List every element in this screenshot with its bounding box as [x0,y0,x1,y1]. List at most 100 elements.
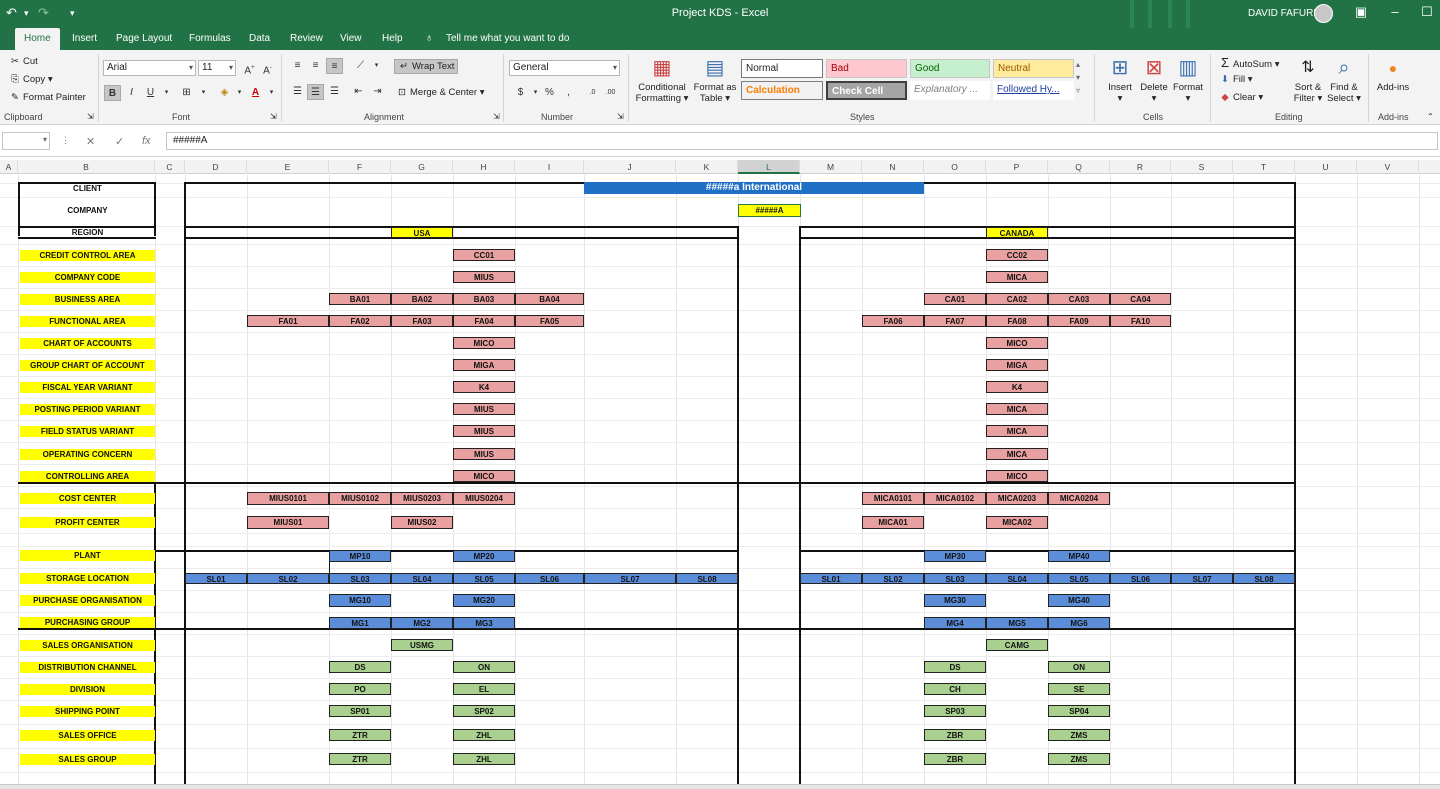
column-header-a[interactable]: A [0,160,18,174]
canada-coa[interactable]: MICO [986,337,1048,349]
column-header-j[interactable]: J [584,160,676,174]
canada-opc[interactable]: MICA [986,448,1048,460]
usa-soff[interactable]: ZHL [453,729,515,741]
canada-div[interactable]: SE [1048,683,1110,695]
formula-input[interactable]: #####A [166,132,1438,150]
usa-ctrl[interactable]: MICO [453,470,515,482]
canada-storage-location[interactable]: SL04 [986,573,1048,584]
cut-button[interactable]: ✂ Cut [9,56,38,67]
orientation-icon[interactable]: ⟋ [352,58,369,74]
decrease-indent-icon[interactable]: ⇤ [350,84,367,100]
column-header-o[interactable]: O [924,160,986,174]
usa-ship[interactable]: SP02 [453,705,515,717]
column-header-h[interactable]: H [453,160,515,174]
usa-purchasing-group[interactable]: MG3 [453,617,515,629]
usa-purchasing-group[interactable]: MG2 [391,617,453,629]
usa-cost-center[interactable]: MIUS0102 [329,492,391,505]
usa-storage-location[interactable]: SL06 [515,573,584,584]
collapse-ribbon-icon[interactable]: ⌃ [1427,112,1434,121]
borders-dropdown-icon[interactable]: ▾ [195,85,212,101]
conditional-formatting-button[interactable]: ▦ Conditional Formatting ▾ [634,56,690,104]
find-select-button[interactable]: ⌕ Find & Select ▾ [1326,56,1362,104]
usa-ship[interactable]: SP01 [329,705,391,717]
usa-functional-area[interactable]: FA01 [247,315,329,327]
canada-storage-location[interactable]: SL05 [1048,573,1110,584]
usa-profit-center[interactable]: MIUS01 [247,516,329,529]
usa-purchase-organisation[interactable]: MG20 [453,594,515,607]
canada-ship[interactable]: SP04 [1048,705,1110,717]
canada-gcoa[interactable]: MIGA [986,359,1048,371]
usa-fsv[interactable]: MIUS [453,425,515,437]
canada-purchasing-group[interactable]: MG6 [1048,617,1110,629]
style-followed-hyperlink[interactable]: Followed Hy... [993,81,1074,100]
usa-cost-center[interactable]: MIUS0203 [391,492,453,505]
increase-font-icon[interactable]: A+ [241,60,258,76]
usa-sales-organisation[interactable]: USMG [391,639,453,651]
canada-purchase-organisation[interactable]: MG40 [1048,594,1110,607]
canada-cost-center[interactable]: MICA0204 [1048,492,1110,505]
dialog-launcher-icon[interactable]: ⇲ [617,112,624,121]
column-header-g[interactable]: G [391,160,453,174]
usa-functional-area[interactable]: FA03 [391,315,453,327]
cancel-icon[interactable]: ✕ [86,135,95,148]
canada-soff[interactable]: ZMS [1048,729,1110,741]
underline-button[interactable]: U [142,85,159,101]
usa-storage-location[interactable]: SL04 [391,573,453,584]
underline-dropdown-icon[interactable]: ▾ [158,85,175,101]
canada-purchasing-group[interactable]: MG4 [924,617,986,629]
canada-functional-area[interactable]: FA10 [1110,315,1171,327]
company-code-cell[interactable]: #####A [738,204,801,217]
canada-cost-center[interactable]: MICA0101 [862,492,924,505]
canada-storage-location[interactable]: SL01 [800,573,862,584]
font-color-icon[interactable]: A [247,85,264,101]
canada-credit-control-area[interactable]: CC02 [986,249,1048,261]
canada-storage-location[interactable]: SL07 [1171,573,1233,584]
usa-storage-location[interactable]: SL02 [247,573,329,584]
canada-sales-organisation[interactable]: CAMG [986,639,1048,651]
column-header-p[interactable]: P [986,160,1048,174]
canada-fsv[interactable]: MICA [986,425,1048,437]
canada-business-area[interactable]: CA03 [1048,293,1110,305]
column-header-f[interactable]: F [329,160,391,174]
canada-div[interactable]: CH [924,683,986,695]
decrease-font-icon[interactable]: A- [259,60,276,76]
avatar[interactable] [1314,4,1333,23]
font-color-dropdown-icon[interactable]: ▾ [263,85,280,101]
usa-purchase-organisation[interactable]: MG10 [329,594,391,607]
number-format-select[interactable]: General [509,60,620,76]
fill-color-dropdown-icon[interactable]: ▾ [231,85,248,101]
usa-business-area[interactable]: BA02 [391,293,453,305]
tab-view[interactable]: View [331,28,371,50]
canada-plant[interactable]: MP30 [924,550,986,562]
column-header-s[interactable]: S [1171,160,1233,174]
canada-cost-center[interactable]: MICA0203 [986,492,1048,505]
autosum-button[interactable]: Σ AutoSum ▾ [1219,55,1280,70]
usa-sgrp[interactable]: ZHL [453,753,515,765]
align-bottom-icon[interactable]: ≡ [326,58,343,74]
tab-page-layout[interactable]: Page Layout [107,28,181,50]
usa-plant[interactable]: MP10 [329,550,391,562]
canada-sgrp[interactable]: ZMS [1048,753,1110,765]
usa-storage-location[interactable]: SL08 [676,573,738,584]
usa-business-area[interactable]: BA03 [453,293,515,305]
usa-storage-location[interactable]: SL05 [453,573,515,584]
usa-company-code[interactable]: MIUS [453,271,515,283]
canada-functional-area[interactable]: FA08 [986,315,1048,327]
usa-profit-center[interactable]: MIUS02 [391,516,453,529]
canada-profit-center[interactable]: MICA02 [986,516,1048,529]
usa-functional-area[interactable]: FA05 [515,315,584,327]
canada-functional-area[interactable]: FA06 [862,315,924,327]
canada-company-code[interactable]: MICA [986,271,1048,283]
column-header-m[interactable]: M [800,160,862,174]
maximize-icon[interactable]: ☐ [1417,4,1437,20]
canada-cost-center[interactable]: MICA0102 [924,492,986,505]
column-header-c[interactable]: C [155,160,185,174]
tab-insert[interactable]: Insert [63,28,106,50]
canada-functional-area[interactable]: FA09 [1048,315,1110,327]
canada-storage-location[interactable]: SL06 [1110,573,1171,584]
style-explanatory[interactable]: Explanatory ... [910,81,990,100]
dialog-launcher-icon[interactable]: ⇲ [270,112,277,121]
usa-opc[interactable]: MIUS [453,448,515,460]
canada-fyv[interactable]: K4 [986,381,1048,393]
add-ins-button[interactable]: ● Add-ins [1374,56,1412,93]
